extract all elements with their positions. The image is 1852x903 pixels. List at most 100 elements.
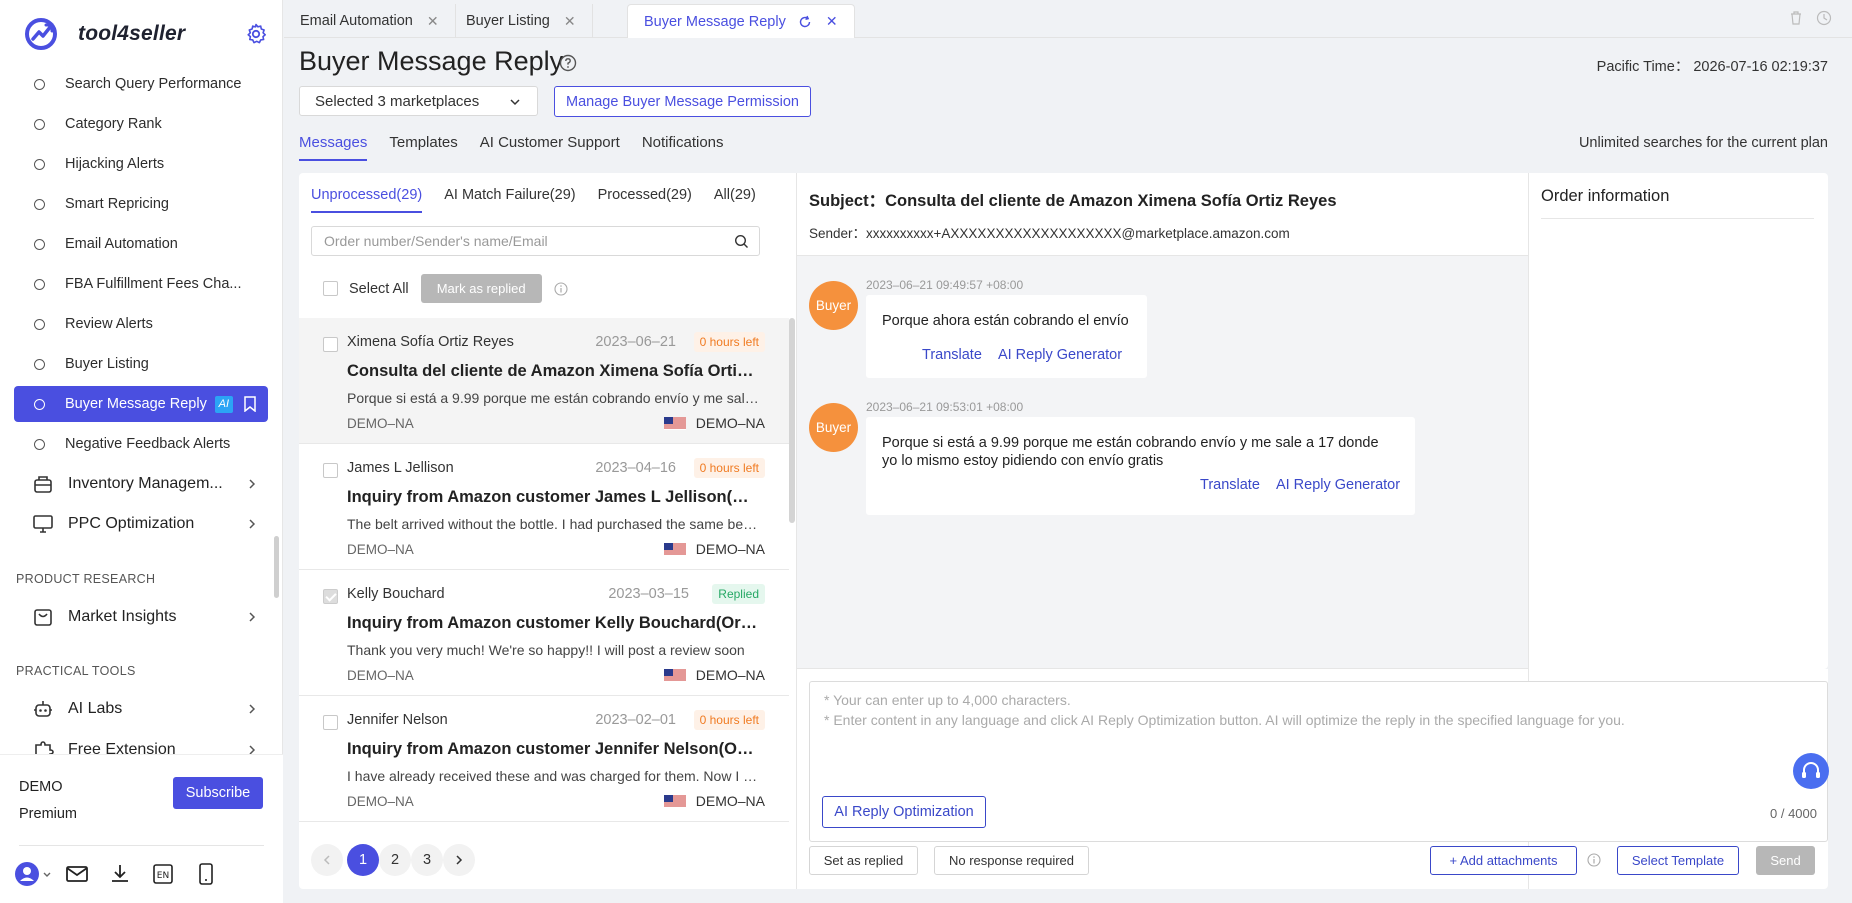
download-icon[interactable]: [107, 861, 133, 887]
message-item[interactable]: Jennifer Nelson 2023–02–01 0 hours left …: [299, 696, 789, 822]
circle-icon: [34, 158, 45, 170]
sidebar-item-inventory-management[interactable]: Inventory Managem...: [14, 464, 268, 504]
message-subject: Inquiry from Amazon customer Jennifer Ne…: [347, 740, 759, 758]
sidebar-item-smart-repricing[interactable]: Smart Repricing: [14, 186, 268, 222]
set-as-replied-button[interactable]: Set as replied: [809, 846, 918, 875]
close-icon[interactable]: ✕: [564, 13, 576, 30]
account-plan: Premium: [19, 806, 78, 822]
help-icon[interactable]: [559, 54, 577, 72]
sidebar-item-hijacking-alerts[interactable]: Hijacking Alerts: [14, 146, 268, 182]
tab-processed[interactable]: Processed(29): [598, 187, 692, 213]
sidebar-item-market-insights[interactable]: Market Insights: [14, 597, 268, 637]
message-item[interactable]: Kelly Bouchard 2023–03–15 Replied Inquir…: [299, 570, 789, 696]
account-name: DEMO: [19, 779, 63, 795]
chevron-right-icon: [249, 479, 256, 489]
circle-icon: [34, 198, 45, 210]
search-icon[interactable]: [734, 234, 749, 249]
subtab-templates[interactable]: Templates: [389, 134, 457, 161]
tab-buyer-listing[interactable]: Buyer Listing ✕: [450, 4, 593, 38]
search-input[interactable]: [324, 233, 724, 249]
chevron-right-icon: [249, 612, 256, 622]
subscribe-button[interactable]: Subscribe: [173, 777, 263, 809]
sidebar-item-buyer-message-reply[interactable]: Buyer Message Reply AI: [14, 386, 268, 422]
ai-badge: AI: [214, 395, 233, 413]
info-icon[interactable]: [1587, 853, 1601, 867]
brand[interactable]: tool4seller: [24, 14, 185, 54]
select-all-checkbox[interactable]: [323, 281, 338, 296]
trash-icon[interactable]: [1788, 10, 1804, 26]
sidebar-scrollbar[interactable]: [274, 536, 279, 598]
customer-support-icon[interactable]: [1793, 753, 1829, 789]
close-icon[interactable]: ✕: [826, 13, 838, 30]
ai-reply-optimization-button[interactable]: AI Reply Optimization: [822, 796, 986, 828]
tab-unprocessed[interactable]: Unprocessed(29): [311, 187, 423, 213]
message-date: 2023–06–21: [595, 334, 676, 350]
reply-textarea[interactable]: [824, 690, 1814, 790]
sidebar-item-fba-fees[interactable]: FBA Fulfillment Fees Cha...: [14, 266, 268, 302]
sidebar-item-ppc-optimization[interactable]: PPC Optimization: [14, 504, 268, 544]
sidebar-item-search-query-performance[interactable]: Search Query Performance: [14, 66, 268, 102]
message-marketplace: DEMO–NA: [663, 793, 765, 809]
list-scrollbar[interactable]: [789, 318, 795, 523]
message-store: DEMO–NA: [347, 668, 414, 683]
marketplace-select[interactable]: Selected 3 marketplaces: [299, 86, 538, 116]
bookmark-icon[interactable]: [243, 396, 257, 412]
subtab-ai-customer-support[interactable]: AI Customer Support: [480, 134, 620, 161]
add-attachments-button[interactable]: + Add attachments: [1430, 846, 1577, 875]
gear-icon[interactable]: [244, 22, 268, 46]
info-icon[interactable]: [554, 281, 568, 296]
chevron-right-icon: [249, 519, 256, 529]
sub-tabs: Messages Templates AI Customer Support N…: [299, 134, 746, 161]
message-preview: Thank you very much! We're so happy!! I …: [347, 642, 745, 658]
message-marketplace: DEMO–NA: [663, 667, 765, 683]
message-preview: I have already received these and was ch…: [347, 768, 759, 784]
tab-ai-match-failure[interactable]: AI Match Failure(29): [444, 187, 575, 213]
us-flag-icon: [663, 668, 686, 682]
message-checkbox[interactable]: [323, 463, 338, 478]
subtab-notifications[interactable]: Notifications: [642, 134, 724, 161]
message-sender: James L Jellison: [347, 460, 454, 476]
sidebar-item-review-alerts[interactable]: Review Alerts: [14, 306, 268, 342]
sidebar-item-email-automation[interactable]: Email Automation: [14, 226, 268, 262]
language-label: EN: [157, 871, 169, 881]
divider: [19, 845, 264, 846]
no-response-required-button[interactable]: No response required: [934, 846, 1089, 875]
message-item[interactable]: James L Jellison 2023–04–16 0 hours left…: [299, 444, 789, 570]
message-sender: Kelly Bouchard: [347, 586, 445, 602]
message-checkbox[interactable]: [323, 589, 338, 604]
sidebar-item-free-extension[interactable]: Free Extension: [14, 730, 268, 754]
message-checkbox[interactable]: [323, 337, 338, 352]
select-template-button[interactable]: Select Template: [1617, 846, 1739, 875]
reply-section: AI Reply Optimization 0 / 4000 Set as re…: [797, 173, 1828, 889]
prev-page-button[interactable]: [311, 844, 343, 876]
message-checkbox[interactable]: [323, 715, 338, 730]
inventory-icon: [34, 476, 52, 493]
circle-icon: [34, 278, 45, 290]
mobile-icon[interactable]: [193, 861, 219, 887]
subtab-messages[interactable]: Messages: [299, 134, 368, 161]
account-toolbar: EN: [14, 861, 236, 887]
send-button[interactable]: Send: [1756, 846, 1815, 875]
next-page-button[interactable]: [443, 844, 475, 876]
page-2-button[interactable]: 2: [379, 844, 411, 876]
message-item[interactable]: Ximena Sofía Ortiz Reyes 2023–06–21 0 ho…: [299, 318, 789, 444]
bulk-actions: Select All Mark as replied: [323, 274, 568, 303]
tab-buyer-message-reply[interactable]: Buyer Message Reply ✕: [627, 4, 855, 38]
refresh-icon[interactable]: [798, 15, 812, 29]
page-3-button[interactable]: 3: [411, 844, 443, 876]
sidebar-item-buyer-listing[interactable]: Buyer Listing: [14, 346, 268, 382]
sidebar-item-negative-feedback-alerts[interactable]: Negative Feedback Alerts: [14, 426, 268, 462]
tab-email-automation[interactable]: Email Automation ✕: [284, 4, 456, 38]
close-icon[interactable]: ✕: [427, 13, 439, 30]
language-icon[interactable]: EN: [150, 861, 176, 887]
message-sender: Jennifer Nelson: [347, 712, 448, 728]
mail-icon[interactable]: [64, 861, 90, 887]
tab-all[interactable]: All(29): [714, 187, 756, 213]
mark-as-replied-button[interactable]: Mark as replied: [420, 274, 542, 303]
sidebar-item-category-rank[interactable]: Category Rank: [14, 106, 268, 142]
clock-icon[interactable]: [1816, 10, 1832, 26]
user-avatar-icon[interactable]: [14, 861, 54, 887]
manage-permission-button[interactable]: Manage Buyer Message Permission: [554, 86, 811, 117]
page-1-button[interactable]: 1: [347, 844, 379, 876]
sidebar-item-ai-labs[interactable]: AI Labs: [14, 689, 268, 729]
